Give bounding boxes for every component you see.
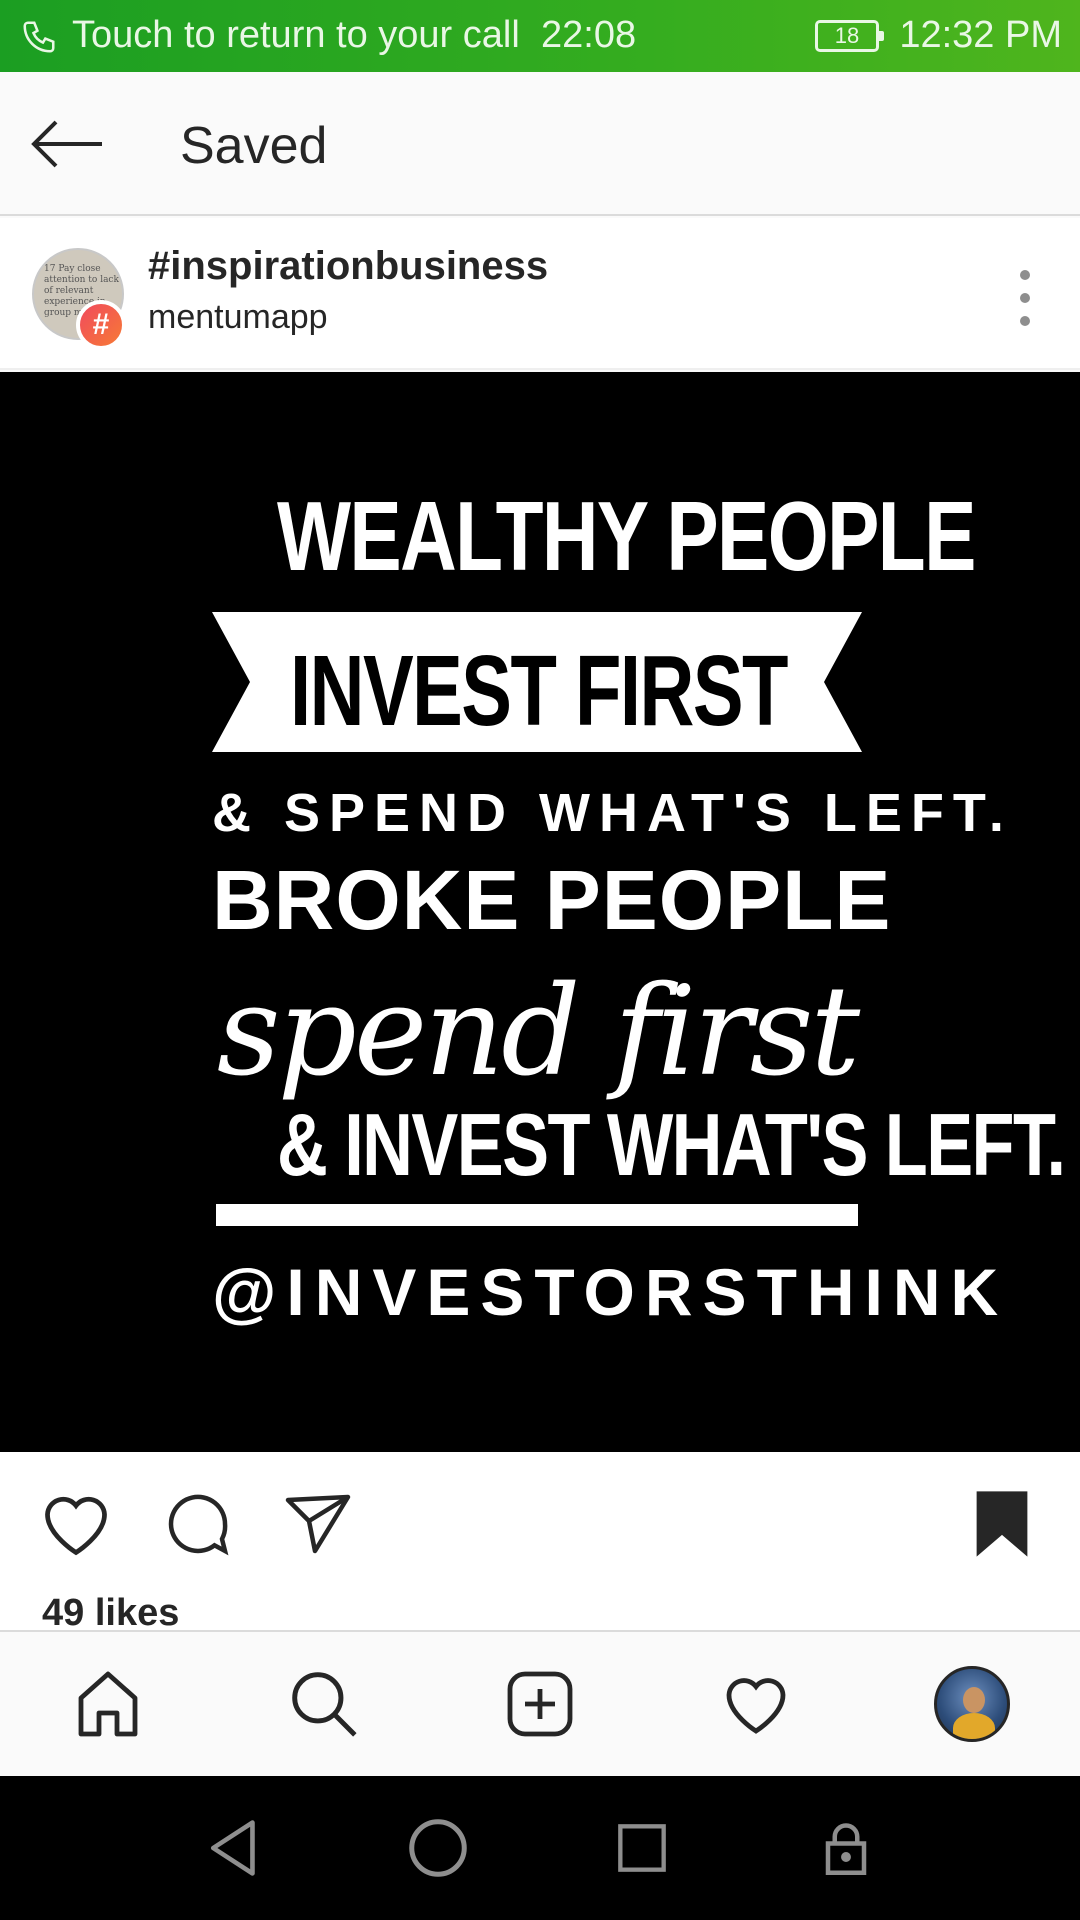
image-line-4: BROKE PEOPLE (212, 853, 892, 947)
post-header: 17 Pay close attention to lack of releva… (0, 218, 1080, 370)
avatar-body (953, 1713, 995, 1739)
battery-indicator: 18 (815, 20, 884, 52)
nav-profile[interactable] (930, 1662, 1014, 1746)
lock-icon (825, 1823, 867, 1875)
image-line-3: & SPEND WHAT'S LEFT. (212, 783, 1013, 843)
like-button[interactable] (36, 1484, 116, 1564)
arrow-left-icon (31, 120, 102, 168)
status-clock: 12:32 PM (899, 14, 1062, 56)
back-triangle-icon (210, 1820, 255, 1876)
more-dot (1020, 316, 1030, 326)
system-back-button[interactable] (198, 1812, 270, 1884)
nav-home[interactable] (66, 1662, 150, 1746)
home-icon (78, 1671, 138, 1737)
add-post-icon (507, 1671, 573, 1737)
post-hashtag[interactable]: #inspirationbusiness (148, 244, 548, 289)
heart-icon (45, 1496, 107, 1556)
comment-icon (168, 1494, 229, 1556)
bookmark-icon (976, 1491, 1028, 1557)
share-icon (285, 1494, 351, 1554)
more-dot (1020, 270, 1030, 280)
system-home-button[interactable] (402, 1812, 474, 1884)
system-nav-bar (0, 1776, 1080, 1920)
search-icon (292, 1672, 357, 1737)
home-circle-icon (409, 1819, 467, 1877)
image-line-6: & INVEST WHAT'S LEFT. (277, 1095, 1066, 1194)
image-line-1: WEALTHY PEOPLE (277, 481, 976, 591)
likes-count[interactable]: 49 likes (42, 1592, 179, 1635)
app-header: Saved (0, 72, 1080, 216)
image-line-7: @INVESTORSTHINK (212, 1255, 1009, 1329)
image-line-2: INVEST FIRST (290, 635, 788, 747)
phone-call-icon (23, 21, 55, 53)
post-account[interactable]: mentumapp (148, 298, 328, 337)
call-timer: 22:08 (541, 14, 637, 56)
nav-activity[interactable] (714, 1662, 798, 1746)
post-actions: 49 likes (0, 1452, 1080, 1635)
status-bar[interactable]: Touch to return to your call 22:08 18 12… (0, 0, 1080, 72)
nav-new-post[interactable] (498, 1662, 582, 1746)
nav-search[interactable] (282, 1662, 366, 1746)
call-banner-text[interactable]: Touch to return to your call (72, 14, 520, 57)
more-dot (1020, 293, 1030, 303)
hashtag-badge-icon: # (76, 300, 126, 350)
profile-avatar (934, 1666, 1010, 1742)
post-image[interactable]: WEALTHY PEOPLE INVEST FIRST & SPEND WHAT… (0, 372, 1080, 1452)
avatar-face (963, 1687, 985, 1713)
image-divider (216, 1204, 858, 1226)
system-recents-button[interactable] (606, 1812, 678, 1884)
page-title: Saved (180, 117, 328, 175)
more-options-button[interactable] (1010, 270, 1040, 326)
share-button[interactable] (278, 1484, 358, 1564)
activity-heart-icon (726, 1678, 786, 1734)
back-button[interactable] (28, 112, 108, 176)
bookmark-button[interactable] (962, 1484, 1042, 1564)
bottom-nav (0, 1630, 1080, 1776)
recents-square-icon (618, 1824, 666, 1872)
system-lock-button[interactable] (810, 1812, 882, 1884)
comment-button[interactable] (158, 1484, 238, 1564)
image-line-5: spend first (216, 960, 860, 1104)
